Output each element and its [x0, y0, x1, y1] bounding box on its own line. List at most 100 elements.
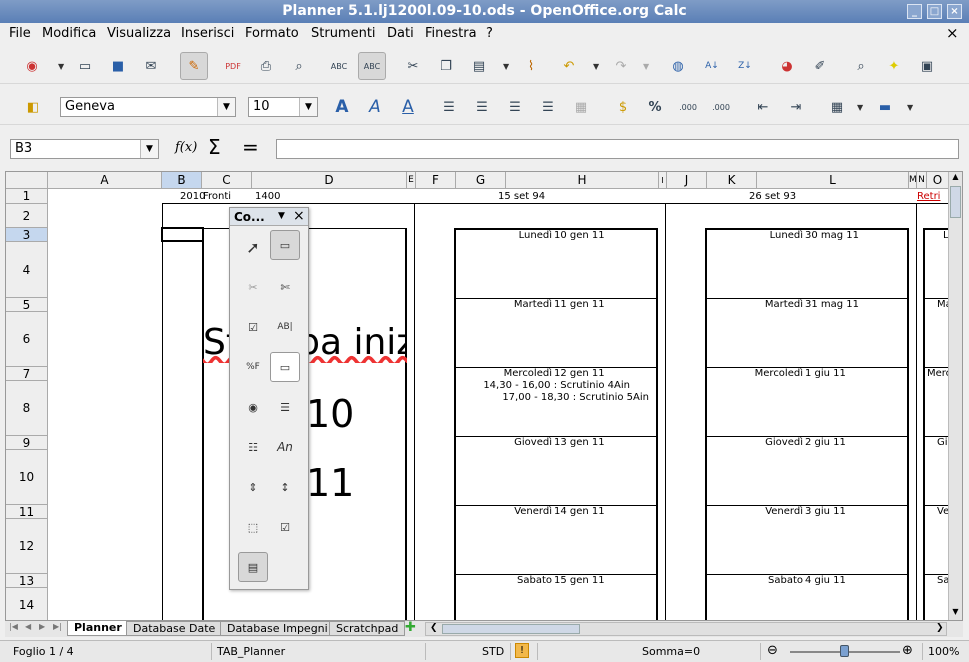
sum-icon[interactable]: Σ: [208, 135, 221, 159]
spin-button-icon[interactable]: ⇕: [238, 472, 268, 502]
row-header[interactable]: 3: [6, 228, 48, 242]
horizontal-scrollbar[interactable]: ❮ ❯: [425, 622, 947, 636]
copy-icon[interactable]: ❐: [434, 54, 458, 78]
selected-cell[interactable]: [161, 227, 204, 242]
page-style[interactable]: TAB_Planner: [217, 645, 285, 658]
sheet-tab-database-date[interactable]: Database Date: [126, 621, 223, 636]
label-field-icon[interactable]: An: [270, 432, 300, 462]
italic-icon[interactable]: A: [363, 95, 387, 119]
column-header[interactable]: M: [909, 172, 917, 189]
row-header[interactable]: 13: [6, 574, 48, 588]
maximize-button[interactable]: □: [927, 4, 942, 19]
day-cell[interactable]: Martedì 11 gen 11: [456, 299, 656, 368]
percent-icon[interactable]: %: [643, 95, 667, 119]
merge-cells-icon[interactable]: ▦: [569, 95, 593, 119]
column-header[interactable]: E: [407, 172, 416, 189]
chart-icon[interactable]: ◕: [775, 54, 799, 78]
align-left-icon[interactable]: ☰: [437, 95, 461, 119]
menu-visualizza[interactable]: Visualizza: [107, 26, 171, 41]
vertical-scrollbar[interactable]: ▲ ▼: [948, 172, 962, 620]
column-header[interactable]: F: [416, 172, 456, 189]
background-color-icon[interactable]: ▬: [873, 95, 897, 119]
cut-icon[interactable]: ✂: [401, 54, 425, 78]
add-sheet-icon[interactable]: ✚: [405, 621, 416, 635]
row-header[interactable]: 14: [6, 588, 48, 620]
corner-select-all[interactable]: [6, 172, 48, 189]
select-pointer-icon[interactable]: ➚: [238, 232, 268, 262]
menu-formato[interactable]: Formato: [245, 26, 299, 41]
day-cell[interactable]: Sabato 4 giu 11: [707, 575, 907, 620]
row-header[interactable]: 6: [6, 312, 48, 367]
name-box[interactable]: B3 ▼: [10, 139, 159, 159]
row-header[interactable]: 11: [6, 505, 48, 519]
row-header[interactable]: 12: [6, 519, 48, 574]
menu-inserisci[interactable]: Inserisci: [181, 26, 234, 41]
day-cell[interactable]: Martedì 31 mag 11: [707, 299, 907, 368]
scroll-down-icon[interactable]: ▼: [949, 607, 962, 620]
column-header[interactable]: N: [917, 172, 927, 189]
chevron-down-icon[interactable]: ▼: [58, 62, 64, 71]
scroll-left-icon[interactable]: ❮: [430, 623, 438, 633]
chevron-down-icon[interactable]: ▼: [503, 62, 509, 71]
row-header[interactable]: 4: [6, 242, 48, 298]
menu-strumenti[interactable]: Strumenti: [311, 26, 376, 41]
day-cell[interactable]: Mercoledì 1 giu 11: [707, 368, 907, 437]
borders-icon[interactable]: ▦: [825, 95, 849, 119]
control-properties-icon[interactable]: ✂: [238, 272, 268, 302]
function-wizard-icon[interactable]: f(x): [175, 140, 197, 155]
row-header[interactable]: 2: [6, 204, 48, 228]
open-folder-icon[interactable]: ▭: [73, 54, 97, 78]
column-header[interactable]: G: [456, 172, 506, 189]
day-cell[interactable]: Mercoledì 12 gen 11 14,30 - 16,00 : Scrut…: [456, 368, 656, 437]
first-sheet-icon[interactable]: |◀: [9, 622, 18, 631]
bold-icon[interactable]: A: [330, 95, 354, 119]
delete-decimal-icon[interactable]: .000: [709, 95, 733, 119]
form-navigator-icon[interactable]: ▤: [238, 552, 268, 582]
menu-finestra[interactable]: Finestra: [425, 26, 477, 41]
spreadsheet-grid[interactable]: A B C D E F G H I J K L M N O 1 2 3 4 5 …: [5, 171, 963, 621]
row-header[interactable]: 7: [6, 367, 48, 381]
sheet-tab-scratchpad[interactable]: Scratchpad: [329, 621, 406, 636]
day-cell[interactable]: Sabato 15 gen 11: [456, 575, 656, 620]
chevron-down-icon[interactable]: ▼: [593, 62, 599, 71]
increase-indent-icon[interactable]: ⇥: [784, 95, 808, 119]
menu-help[interactable]: ?: [486, 26, 493, 41]
scroll-up-icon[interactable]: ▲: [949, 172, 962, 186]
email-icon[interactable]: ✉: [139, 54, 163, 78]
text-box-icon[interactable]: AB|: [270, 312, 300, 342]
new-document-icon[interactable]: ◉: [20, 54, 44, 78]
font-name-select[interactable]: Geneva ▼: [60, 97, 236, 117]
minimize-button[interactable]: _: [907, 4, 922, 19]
day-cell[interactable]: Giovedì 2 giu 11: [707, 437, 907, 506]
design-mode-icon[interactable]: ▭: [270, 230, 300, 260]
menu-dati[interactable]: Dati: [387, 26, 414, 41]
day-cell[interactable]: Venerdì 3 giu 11: [707, 506, 907, 575]
chevron-down-icon[interactable]: ▼: [278, 211, 285, 221]
column-header[interactable]: B: [162, 172, 202, 189]
column-header[interactable]: L: [757, 172, 909, 189]
row-header[interactable]: 8: [6, 381, 48, 436]
scrollbar-thumb[interactable]: [950, 186, 961, 218]
edit-file-icon[interactable]: ✎: [180, 52, 208, 80]
draw-functions-icon[interactable]: ✐: [808, 54, 832, 78]
chevron-down-icon[interactable]: ▼: [140, 140, 158, 158]
hyperlink-icon[interactable]: ◍: [666, 54, 690, 78]
redo-icon[interactable]: ↷: [609, 54, 633, 78]
print-preview-icon[interactable]: ⌕: [287, 54, 311, 78]
sort-ascending-icon[interactable]: A↓: [700, 54, 724, 78]
save-icon[interactable]: ■: [106, 54, 130, 78]
format-paintbrush-icon[interactable]: ⌇: [519, 54, 543, 78]
next-sheet-icon[interactable]: ▶: [39, 622, 45, 631]
autospellcheck-icon[interactable]: ABC: [358, 52, 386, 80]
column-header[interactable]: O: [927, 172, 949, 189]
align-center-icon[interactable]: ☰: [470, 95, 494, 119]
sheet-tab-database-impegni[interactable]: Database Impegni: [220, 621, 335, 636]
close-button[interactable]: ×: [947, 4, 962, 19]
chevron-down-icon[interactable]: ▼: [217, 98, 235, 116]
gallery-icon[interactable]: ▣: [915, 54, 939, 78]
sheet-tab-planner[interactable]: Planner: [67, 621, 129, 636]
combo-box-icon[interactable]: ☷: [238, 432, 268, 462]
column-header[interactable]: C: [202, 172, 252, 189]
paste-icon[interactable]: ▤: [467, 54, 491, 78]
push-button-icon[interactable]: ▭: [270, 352, 300, 382]
